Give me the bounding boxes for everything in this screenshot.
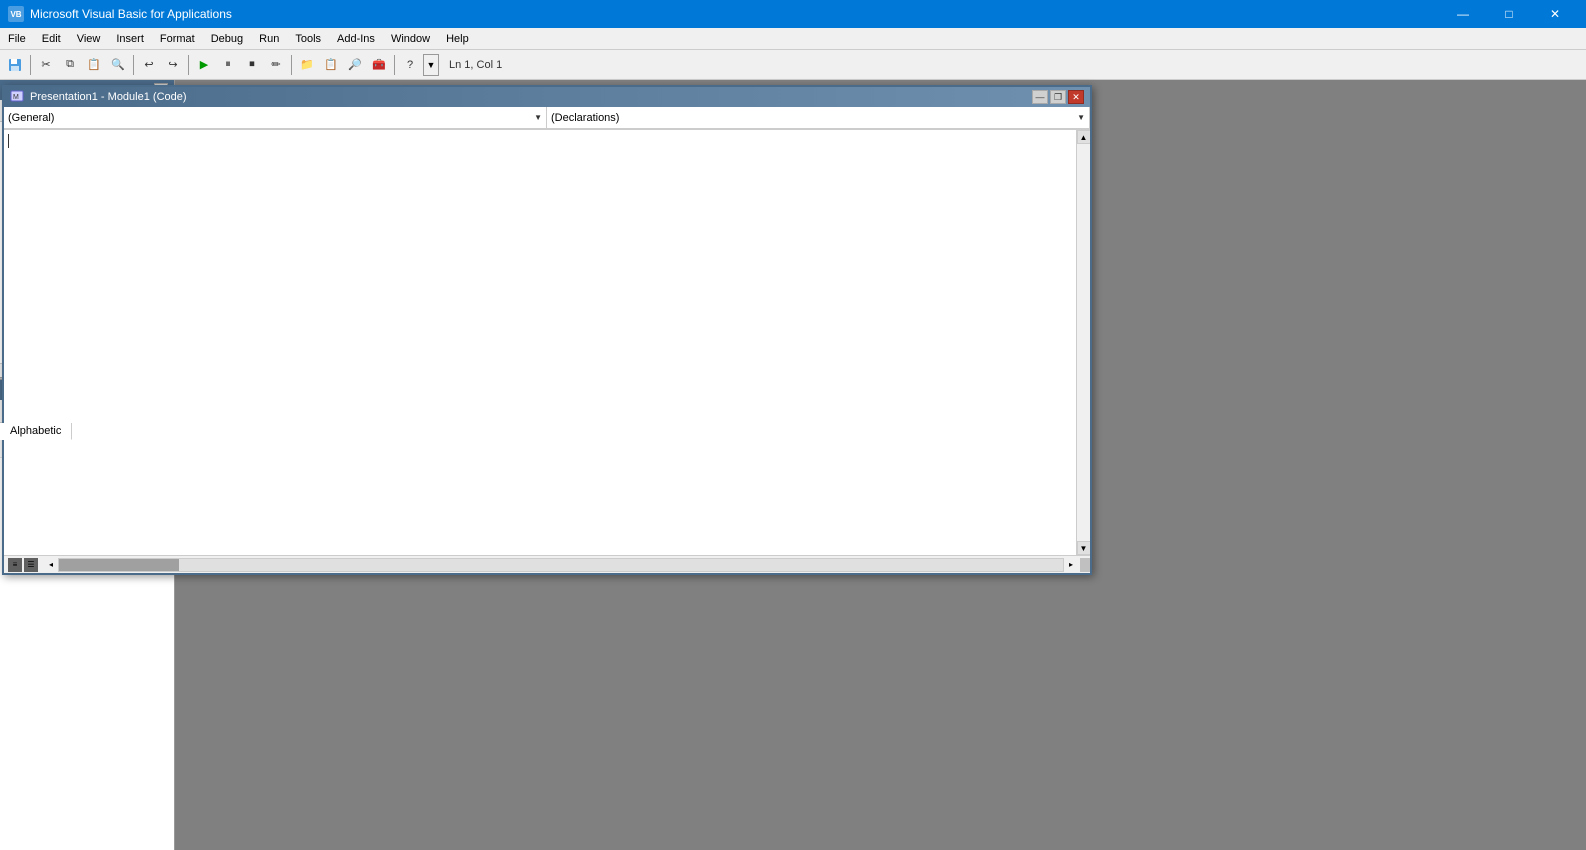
menu-edit[interactable]: Edit xyxy=(34,28,69,49)
code-window: M Presentation1 - Module1 (Code) — ❐ ✕ (… xyxy=(2,85,1092,575)
app-title-bar: VB Microsoft Visual Basic for Applicatio… xyxy=(0,0,1586,28)
code-vscrollbar[interactable]: ▲ ▼ xyxy=(1076,130,1090,555)
toolbar-design-btn[interactable]: ✏ xyxy=(265,54,287,76)
menu-insert[interactable]: Insert xyxy=(108,28,152,49)
menu-view[interactable]: View xyxy=(69,28,109,49)
view-full-icon[interactable]: ☰ xyxy=(24,558,38,572)
toolbar-redo-btn[interactable]: ↪ xyxy=(162,54,184,76)
code-minimize-btn[interactable]: — xyxy=(1032,90,1048,104)
toolbar-help-btn[interactable]: ? xyxy=(399,54,421,76)
code-restore-btn[interactable]: ❐ xyxy=(1050,90,1066,104)
toolbar-sep-1 xyxy=(30,55,31,75)
menu-tools[interactable]: Tools xyxy=(287,28,329,49)
code-close-btn[interactable]: ✕ xyxy=(1068,90,1084,104)
object-dropdown[interactable]: (General) ▼ xyxy=(4,107,547,129)
close-button[interactable]: ✕ xyxy=(1532,0,1578,28)
menu-window[interactable]: Window xyxy=(383,28,438,49)
code-window-titlebar: M Presentation1 - Module1 (Code) — ❐ ✕ xyxy=(4,87,1090,107)
code-view-icons: ≡ ☰ xyxy=(4,558,42,572)
title-bar-controls: — □ ✕ xyxy=(1440,0,1578,28)
toolbar-copy-btn[interactable]: ⧉ xyxy=(59,54,81,76)
maximize-button[interactable]: □ xyxy=(1486,0,1532,28)
toolbar-toolbox-btn[interactable]: 🧰 xyxy=(368,54,390,76)
code-hscroll-thumb[interactable] xyxy=(59,559,179,571)
tab-alphabetic[interactable]: Alphabetic xyxy=(0,423,72,440)
vscroll-track[interactable] xyxy=(1077,144,1090,541)
object-dropdown-arrow: ▼ xyxy=(534,113,542,122)
object-dropdown-value: (General) xyxy=(8,112,54,124)
view-proc-icon[interactable]: ≡ xyxy=(8,558,22,572)
code-editor[interactable] xyxy=(4,130,1076,555)
menu-debug[interactable]: Debug xyxy=(203,28,251,49)
toolbar-status: Ln 1, Col 1 xyxy=(449,59,502,71)
menu-format[interactable]: Format xyxy=(152,28,203,49)
toolbar-reset-btn[interactable]: ⏹ xyxy=(241,54,263,76)
proc-dropdown-value: (Declarations) xyxy=(551,112,619,124)
code-cursor xyxy=(8,134,9,148)
vscroll-down-btn[interactable]: ▼ xyxy=(1077,541,1091,555)
code-dropdowns-bar: (General) ▼ (Declarations) ▼ xyxy=(4,107,1090,130)
toolbar-undo-btn[interactable]: ↩ xyxy=(138,54,160,76)
menu-file[interactable]: File xyxy=(0,28,34,49)
proc-dropdown-arrow: ▼ xyxy=(1077,113,1085,122)
app-title: Microsoft Visual Basic for Applications xyxy=(30,7,1434,21)
toolbar-break-btn[interactable]: ⏸ xyxy=(217,54,239,76)
menu-bar: File Edit View Insert Format Debug Run T… xyxy=(0,28,1586,50)
toolbar-projexp-btn[interactable]: 📁 xyxy=(296,54,318,76)
code-hscroll-left[interactable]: ◂ xyxy=(44,558,58,572)
toolbar: ✂ ⧉ 📋 🔍 ↩ ↪ ▶ ⏸ ⏹ ✏ 📁 📋 🔎 🧰 ? ▼ Ln 1, Co… xyxy=(0,50,1586,80)
code-hscroll-right[interactable]: ▸ xyxy=(1064,558,1078,572)
menu-help[interactable]: Help xyxy=(438,28,477,49)
main-layout: Project - VBAProject ✕ {} − VB xyxy=(0,80,1586,850)
toolbar-find-btn[interactable]: 🔍 xyxy=(107,54,129,76)
toolbar-run-btn[interactable]: ▶ xyxy=(193,54,215,76)
proc-dropdown[interactable]: (Declarations) ▼ xyxy=(547,107,1090,129)
app-icon: VB xyxy=(8,6,24,22)
toolbar-cut-btn[interactable]: ✂ xyxy=(35,54,57,76)
code-bottom-bar: ≡ ☰ ◂ ▸ xyxy=(4,555,1090,573)
code-window-title: Presentation1 - Module1 (Code) xyxy=(30,91,1026,103)
code-hscroll-track[interactable] xyxy=(58,558,1064,572)
resize-grip[interactable] xyxy=(1080,558,1090,572)
minimize-button[interactable]: — xyxy=(1440,0,1486,28)
toolbar-sep-2 xyxy=(133,55,134,75)
vscroll-up-btn[interactable]: ▲ xyxy=(1077,130,1091,144)
toolbar-save-btn[interactable] xyxy=(4,54,26,76)
menu-run[interactable]: Run xyxy=(251,28,287,49)
toolbar-sep-4 xyxy=(291,55,292,75)
desktop-area: M Presentation1 - Module1 (Code) — ❐ ✕ (… xyxy=(175,80,1586,850)
toolbar-paste-btn[interactable]: 📋 xyxy=(83,54,105,76)
toolbar-props-btn[interactable]: 📋 xyxy=(320,54,342,76)
code-title-buttons: — ❐ ✕ xyxy=(1032,90,1084,104)
menu-addins[interactable]: Add-Ins xyxy=(329,28,383,49)
toolbar-sep-3 xyxy=(188,55,189,75)
svg-text:M: M xyxy=(13,94,19,101)
toolbar-sep-5 xyxy=(394,55,395,75)
toolbar-objbrow-btn[interactable]: 🔎 xyxy=(344,54,366,76)
code-title-icon: M xyxy=(10,89,24,106)
toolbar-dropdown[interactable]: ▼ xyxy=(423,54,439,76)
